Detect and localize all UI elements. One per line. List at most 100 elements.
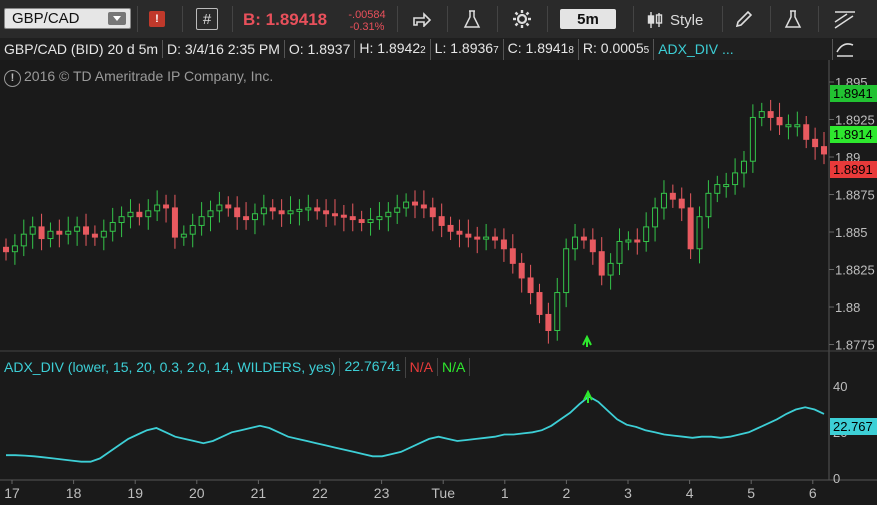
candle-body bbox=[776, 116, 783, 126]
candle-body bbox=[251, 213, 258, 221]
time-label: 2 bbox=[563, 485, 571, 501]
candle-body bbox=[660, 192, 667, 209]
candle-body bbox=[643, 226, 650, 242]
candle-body bbox=[269, 207, 276, 212]
candle-body bbox=[127, 211, 134, 218]
candle-body bbox=[56, 230, 63, 235]
candle-body bbox=[47, 230, 54, 240]
candle-body bbox=[349, 216, 356, 221]
candle-body bbox=[696, 216, 703, 250]
candle-body bbox=[429, 207, 436, 218]
candle-body bbox=[154, 204, 161, 212]
candle-body bbox=[545, 313, 552, 331]
candle-body bbox=[625, 239, 632, 243]
candle-body bbox=[20, 233, 27, 247]
candle-body bbox=[634, 239, 641, 243]
candle-body bbox=[438, 216, 445, 226]
candle-body bbox=[669, 192, 676, 200]
candle-body bbox=[260, 207, 267, 215]
candle-body bbox=[821, 146, 827, 155]
candle-body bbox=[607, 262, 614, 276]
time-label: 20 bbox=[189, 485, 205, 501]
price-tick-label: 1.885 bbox=[835, 225, 868, 240]
candle-body bbox=[483, 236, 490, 240]
time-label: 3 bbox=[624, 485, 632, 501]
candle-body bbox=[518, 262, 525, 279]
candle-body bbox=[803, 124, 810, 140]
candle-body bbox=[171, 207, 178, 238]
candle-body bbox=[740, 160, 747, 174]
candle-body bbox=[758, 111, 765, 118]
time-label: 4 bbox=[686, 485, 694, 501]
candle-body bbox=[794, 124, 801, 128]
time-label: 21 bbox=[251, 485, 267, 501]
candle-body bbox=[474, 236, 481, 240]
candle-body bbox=[323, 210, 330, 215]
candle-body bbox=[714, 184, 721, 194]
candle-body bbox=[278, 210, 285, 215]
candle-body bbox=[74, 226, 81, 232]
candle-body bbox=[234, 207, 241, 218]
price-flag: 1.8891 bbox=[830, 161, 877, 178]
candle-body bbox=[767, 111, 774, 118]
candle-body bbox=[314, 207, 321, 212]
time-label: 19 bbox=[127, 485, 143, 501]
candle-body bbox=[420, 204, 427, 209]
candle-body bbox=[412, 201, 418, 206]
candle-body bbox=[216, 204, 223, 212]
candle-body bbox=[652, 207, 659, 228]
time-label: 6 bbox=[809, 485, 817, 501]
candle-body bbox=[749, 116, 756, 162]
candle-body bbox=[687, 207, 694, 250]
adx-line bbox=[6, 395, 825, 463]
time-label: 22 bbox=[312, 485, 328, 501]
candle-body bbox=[65, 230, 72, 235]
candle-body bbox=[812, 138, 819, 148]
candle-body bbox=[589, 239, 596, 253]
candle-body bbox=[207, 210, 214, 218]
candle-body bbox=[465, 233, 472, 238]
candle-body bbox=[403, 201, 410, 209]
candle-body bbox=[580, 236, 587, 241]
candle-body bbox=[38, 226, 45, 240]
candle-body bbox=[296, 208, 303, 212]
candle-body bbox=[509, 248, 516, 264]
candle-body bbox=[225, 204, 232, 209]
time-label: 1 bbox=[501, 485, 509, 501]
candle-body bbox=[367, 219, 374, 224]
study-tick-label: 40 bbox=[833, 379, 847, 394]
candle-body bbox=[29, 226, 36, 235]
time-label: 17 bbox=[4, 485, 20, 501]
price-tick-label: 1.8875 bbox=[835, 188, 875, 203]
study-value: 22.76741 bbox=[340, 356, 406, 378]
candle-body bbox=[598, 251, 605, 276]
candle-body bbox=[563, 248, 570, 294]
candle-body bbox=[732, 172, 739, 186]
time-label: 23 bbox=[374, 485, 390, 501]
price-flag: 1.8941 bbox=[830, 85, 877, 102]
candle-body bbox=[11, 245, 18, 253]
candle-body bbox=[3, 246, 9, 253]
price-flag: 1.8914 bbox=[830, 126, 877, 143]
candle-body bbox=[243, 216, 250, 221]
chart-canvas[interactable]: 1.8951.89251.891.88751.8851.88251.881.87… bbox=[0, 0, 877, 505]
candle-body bbox=[616, 240, 623, 264]
study-description[interactable]: ADX_DIV (lower, 15, 20, 0.3, 2.0, 14, WI… bbox=[0, 358, 341, 376]
candle-body bbox=[678, 198, 685, 209]
candle-body bbox=[136, 211, 143, 218]
candle-body bbox=[118, 216, 125, 224]
candle-body bbox=[331, 213, 338, 217]
candle-body bbox=[572, 236, 579, 250]
signal-arrow-icon bbox=[582, 334, 592, 347]
candle-body bbox=[91, 233, 98, 238]
candle-body bbox=[536, 292, 543, 315]
signal-arrow-icon bbox=[583, 389, 593, 403]
candle-body bbox=[145, 210, 152, 218]
na-value-green: N/A bbox=[438, 358, 471, 376]
candle-body bbox=[500, 239, 507, 250]
price-tick-label: 1.8775 bbox=[835, 338, 875, 353]
lower-study-header: ADX_DIV (lower, 15, 20, 0.3, 2.0, 14, WI… bbox=[0, 356, 830, 378]
study-flag: 22.767 bbox=[830, 418, 877, 435]
candle-body bbox=[358, 219, 365, 224]
price-tick-label: 1.88 bbox=[835, 300, 860, 315]
